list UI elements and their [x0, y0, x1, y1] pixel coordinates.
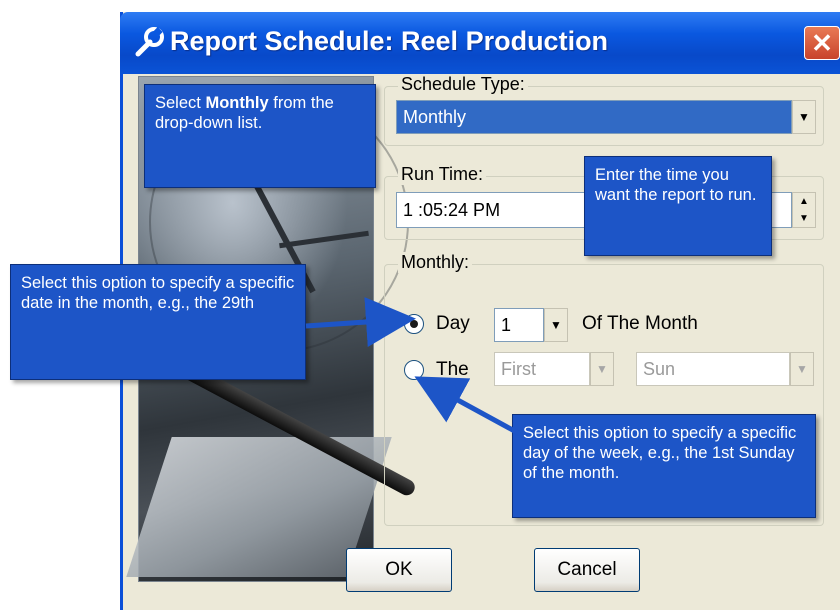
arrow-to-day-radio: [305, 297, 416, 347]
arrow-to-the-radio: [414, 376, 522, 437]
annotation-arrows: [305, 297, 522, 437]
